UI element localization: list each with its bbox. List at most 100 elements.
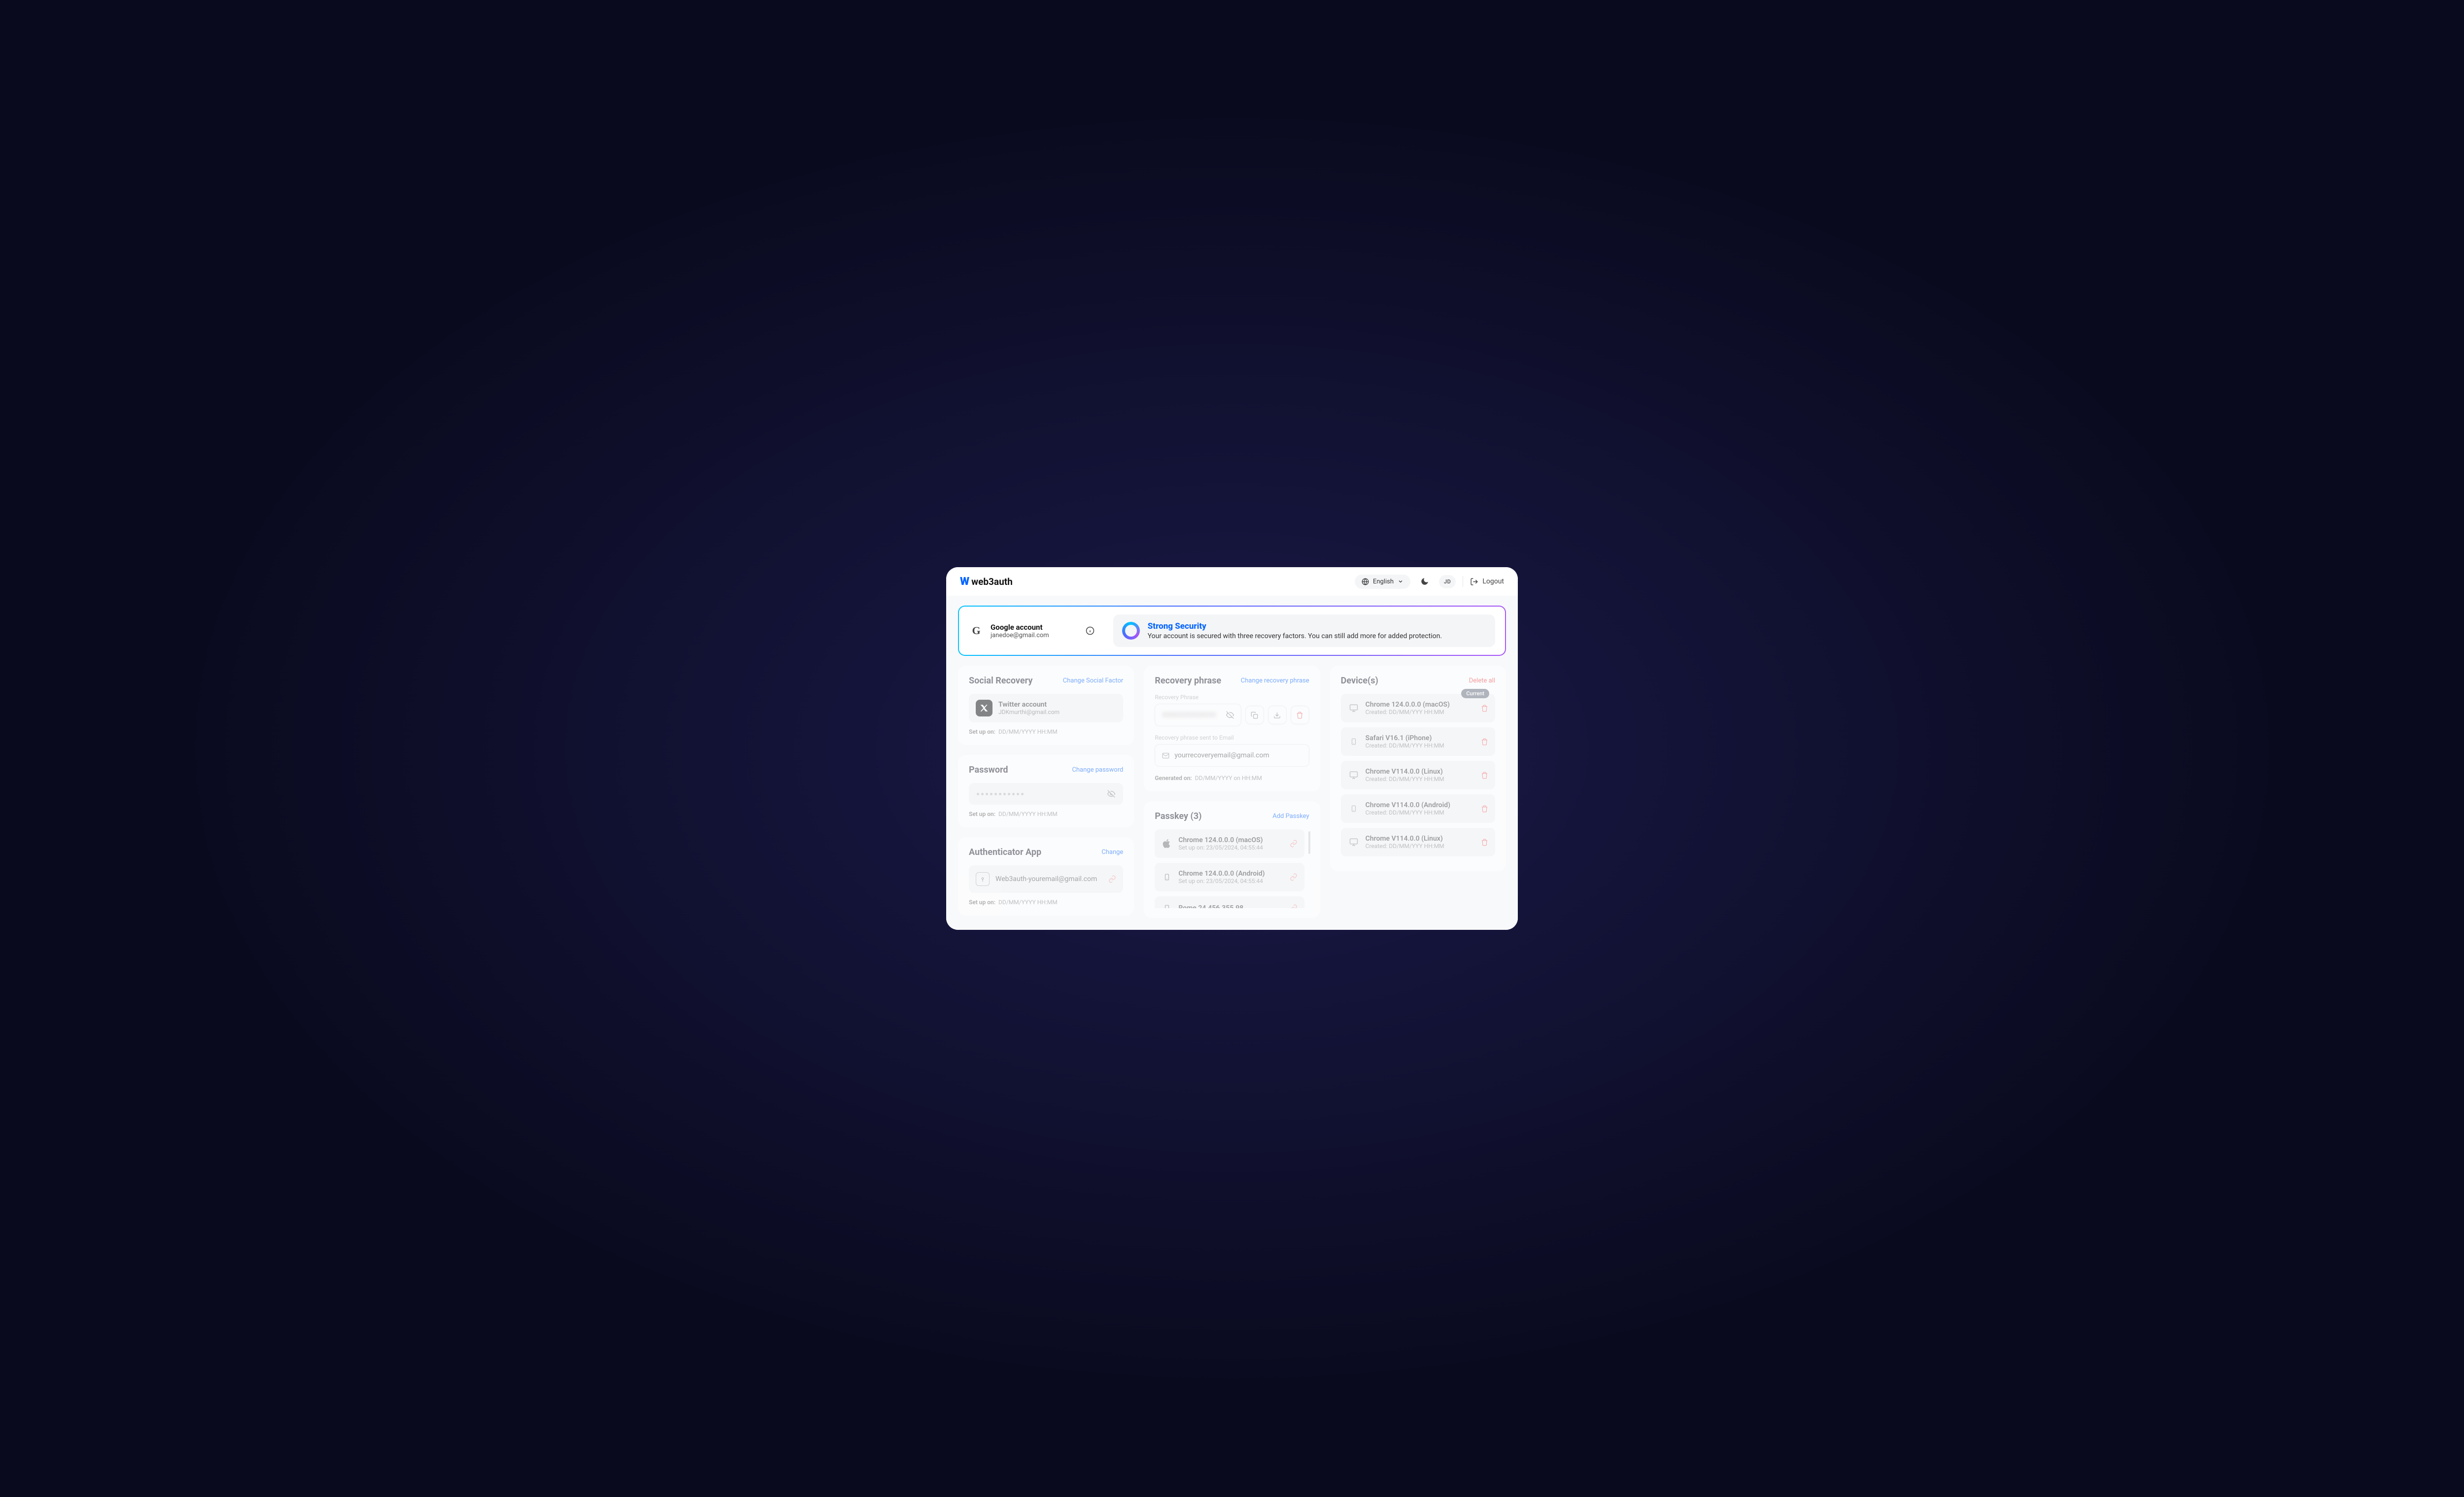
phrase-field: XXXXXXXXXXXX <box>1155 704 1241 726</box>
add-passkey-link[interactable]: Add Passkey <box>1272 813 1309 820</box>
security-ring-icon <box>1122 622 1140 640</box>
current-badge: Current <box>1461 689 1489 698</box>
logout-button[interactable]: Logout <box>1470 578 1504 586</box>
phrase-hidden: XXXXXXXXXXXX <box>1162 712 1216 719</box>
auth-app-icon <box>976 872 990 886</box>
google-icon: G <box>969 623 984 638</box>
device-delete-button[interactable] <box>1481 705 1488 712</box>
password-field <box>969 783 1123 805</box>
topbar-right: English JD Logout <box>1355 574 1504 589</box>
password-card: Password Change password Set up on: DD <box>958 755 1134 827</box>
passkey-item: Rome 24.456.355.98 <box>1155 896 1304 908</box>
brand-mark-icon: W <box>960 576 968 588</box>
brand-text: web3auth <box>971 576 1013 587</box>
recovery-gen-value: DD/MM/YYYY on HH:MM <box>1195 775 1262 782</box>
twitter-icon <box>976 700 992 716</box>
social-provider-email: JDKmurthi@gmail.com <box>998 709 1060 715</box>
social-recovery-card: Social Recovery Change Social Factor Twi… <box>958 666 1134 745</box>
passkey-sub: Set up on: 23/05/2024, 04:55:44 <box>1178 878 1265 885</box>
phrase-visibility-toggle[interactable] <box>1226 711 1234 719</box>
device-icon <box>1162 903 1172 908</box>
unlink-icon <box>1290 840 1298 848</box>
topbar: W web3auth English JD Logout <box>946 567 1518 596</box>
passkey-item: Chrome 124.0.0.0 (macOS) Set up on: 23/0… <box>1155 829 1304 858</box>
recovery-email-label: Recovery phrase sent to Email <box>1155 734 1309 741</box>
phrase-label: Recovery Phrase <box>1155 694 1309 701</box>
account-type: Google account <box>991 623 1049 632</box>
avatar-initials: JD <box>1444 578 1451 585</box>
desktop-icon <box>1348 704 1360 713</box>
copy-icon <box>1251 712 1258 719</box>
password-meta-value: DD/MM/YYYY HH:MM <box>998 811 1058 817</box>
auth-meta-label: Set up on: <box>969 899 995 906</box>
recovery-gen-label: Generated on: <box>1155 775 1192 782</box>
device-item: Chrome V114.0.0 (Linux)Created: DD/MM/YY… <box>1341 828 1495 856</box>
delete-phrase-button[interactable] <box>1291 706 1309 724</box>
mail-icon <box>1162 752 1169 759</box>
device-delete-button[interactable] <box>1481 772 1488 779</box>
device-name: Chrome V114.0.0 (Android) <box>1366 801 1450 809</box>
logout-icon <box>1470 578 1478 586</box>
device-delete-button[interactable] <box>1481 839 1488 846</box>
device-name: Chrome 124.0.0.0 (macOS) <box>1366 701 1450 709</box>
column-right: Device(s) Delete all CurrentChrome 124.0… <box>1330 666 1506 918</box>
account-email: janedoe@gmail.com <box>991 632 1049 639</box>
device-delete-button[interactable] <box>1481 805 1488 813</box>
column-middle: Recovery phrase Change recovery phrase R… <box>1144 666 1320 918</box>
auth-unlink-button[interactable] <box>1108 875 1116 883</box>
password-title: Password <box>969 765 1008 775</box>
logout-label: Logout <box>1482 578 1504 585</box>
eye-off-icon <box>1226 711 1234 719</box>
unlink-icon <box>1290 904 1298 908</box>
change-recovery-link[interactable]: Change recovery phrase <box>1241 677 1309 684</box>
auth-title: Authenticator App <box>969 847 1041 857</box>
language-label: English <box>1373 578 1394 585</box>
security-desc: Your account is secured with three recov… <box>1148 632 1442 640</box>
language-selector[interactable]: English <box>1355 575 1410 589</box>
devices-list: CurrentChrome 124.0.0.0 (macOS)Created: … <box>1341 694 1495 856</box>
change-auth-link[interactable]: Change <box>1101 849 1123 856</box>
chevron-down-icon <box>1398 578 1403 584</box>
device-sub: Created: DD/MM/YYY HH:MM <box>1366 776 1444 783</box>
device-sub: Created: DD/MM/YYY HH:MM <box>1366 742 1444 749</box>
change-password-link[interactable]: Change password <box>1072 766 1123 774</box>
download-phrase-button[interactable] <box>1268 706 1287 724</box>
social-provider-row: Twitter account JDKmurthi@gmail.com <box>969 694 1123 722</box>
moon-icon <box>1420 577 1429 586</box>
auth-row: Web3auth-youremail@gmail.com <box>969 865 1123 893</box>
device-delete-button[interactable] <box>1481 738 1488 746</box>
device-item: Safari V16.1 (iPhone)Created: DD/MM/YYY … <box>1341 727 1495 756</box>
unlink-icon <box>1290 873 1298 881</box>
copy-phrase-button[interactable] <box>1245 706 1264 724</box>
account-info-button[interactable] <box>1086 626 1095 635</box>
passkey-unlink-button[interactable] <box>1290 873 1298 881</box>
recovery-phrase-card: Recovery phrase Change recovery phrase R… <box>1144 666 1320 791</box>
device-sub: Created: DD/MM/YYY HH:MM <box>1366 809 1450 816</box>
desktop-icon <box>1348 838 1360 847</box>
phone-icon <box>1162 872 1172 882</box>
passkey-card: Passkey (3) Add Passkey Chrome 124.0.0.0… <box>1144 801 1320 918</box>
passkey-unlink-button[interactable] <box>1290 904 1298 908</box>
recovery-email-value: yourrecoveryemail@gmail.com <box>1174 751 1269 759</box>
password-meta-label: Set up on: <box>969 811 995 817</box>
security-banner: G Google account janedoe@gmail.com Stron… <box>958 606 1506 656</box>
delete-all-link[interactable]: Delete all <box>1469 677 1495 684</box>
passkey-unlink-button[interactable] <box>1290 840 1298 848</box>
authenticator-card: Authenticator App Change Web3auth-yourem… <box>958 837 1134 916</box>
passkey-name: Chrome 124.0.0.0 (Android) <box>1178 870 1265 878</box>
device-item: Chrome V114.0.0 (Android)Created: DD/MM/… <box>1341 794 1495 823</box>
globe-icon <box>1362 578 1369 585</box>
brand-logo: W web3auth <box>960 576 1013 588</box>
passkey-scrollbar[interactable] <box>1308 831 1310 854</box>
theme-toggle[interactable] <box>1417 574 1432 589</box>
devices-card: Device(s) Delete all CurrentChrome 124.0… <box>1330 666 1506 871</box>
passkey-sub: Set up on: 23/05/2024, 04:55:44 <box>1178 844 1263 851</box>
app-window: W web3auth English JD Logout <box>946 567 1518 930</box>
cards-grid: Social Recovery Change Social Factor Twi… <box>958 666 1506 918</box>
password-visibility-toggle[interactable] <box>1107 790 1115 798</box>
unlink-icon <box>1108 875 1116 883</box>
user-avatar[interactable]: JD <box>1439 575 1456 588</box>
download-icon <box>1273 712 1281 719</box>
change-social-link[interactable]: Change Social Factor <box>1063 677 1124 684</box>
info-icon <box>1086 626 1095 635</box>
